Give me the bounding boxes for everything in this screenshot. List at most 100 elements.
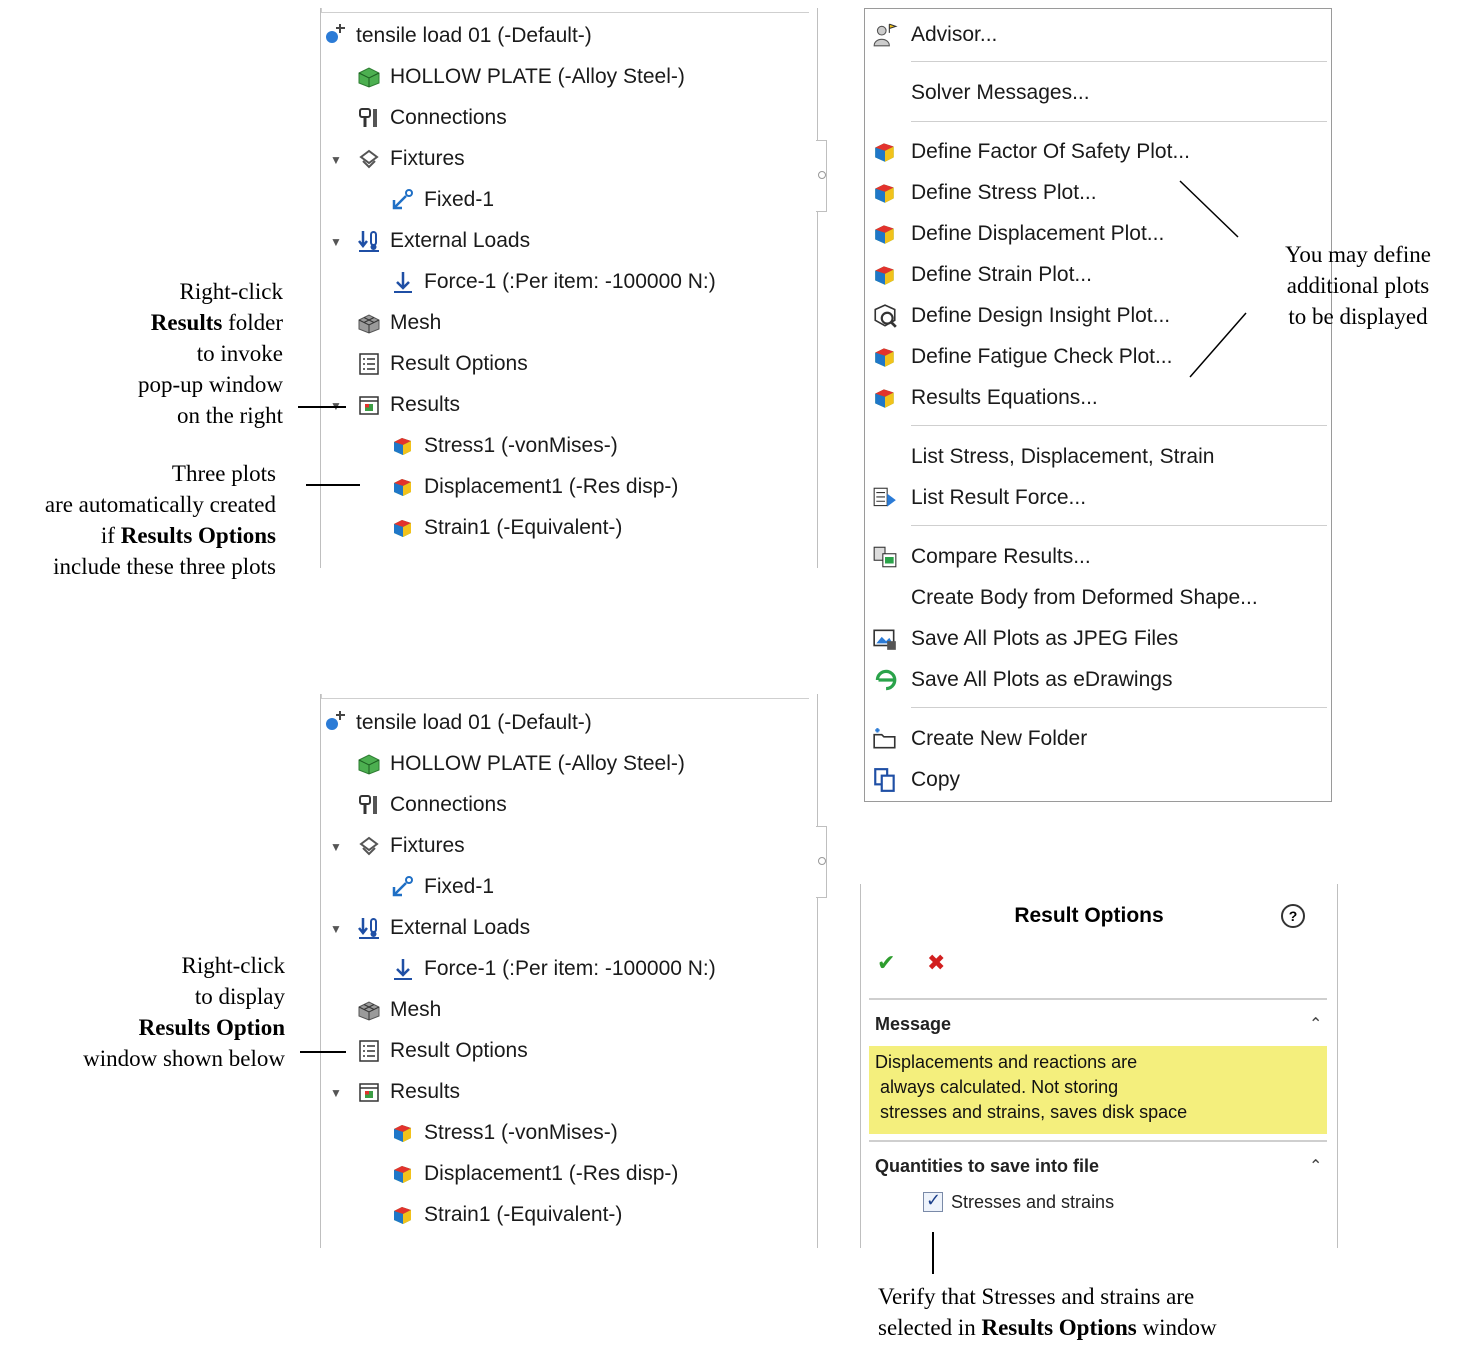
design-insight-plot-icon [871,302,899,330]
message-section-header[interactable]: Message [875,1014,951,1035]
menu-item-save-edrawings[interactable]: Save All Plots as eDrawings [865,663,1331,697]
result-options-icon [356,1038,382,1064]
tree-item-label: External Loads [390,916,531,939]
menu-item-list-stress[interactable]: List Stress, Displacement, Strain [865,440,1331,474]
tree-item-fixed[interactable]: Fixed-1 [390,871,494,903]
tree-item-fixed[interactable]: Fixed-1 [390,184,494,216]
tree-item-part[interactable]: HOLLOW PLATE (-Alloy Steel-) [356,61,685,93]
panel-title: Result Options [1014,904,1164,927]
save-jpeg-icon [871,625,899,653]
tree-item-part[interactable]: HOLLOW PLATE (-Alloy Steel-) [356,748,685,780]
tree-item-label: HOLLOW PLATE (-Alloy Steel-) [390,65,685,88]
panel-splitter[interactable] [816,826,827,898]
menu-item-list-result-force[interactable]: List Result Force... [865,481,1331,515]
tree-item-mesh[interactable]: Mesh [356,307,441,339]
ok-button[interactable]: ✔ [877,950,895,976]
tree-item-study[interactable]: tensile load 01 (-Default-) [322,20,592,52]
tree-item-displacement[interactable]: Displacement1 (-Res disp-) [390,1158,678,1190]
strain-plot-icon [390,1202,416,1228]
tree-item-label: HOLLOW PLATE (-Alloy Steel-) [390,752,685,775]
tree-item-external-loads[interactable]: External Loads [356,912,530,944]
menu-item-create-new-folder[interactable]: Create New Folder [865,722,1331,756]
tree-item-stress[interactable]: Stress1 (-vonMises-) [390,430,618,462]
connections-icon [356,792,382,818]
force-arrow-icon [390,956,416,982]
menu-item-stress-plot[interactable]: Define Stress Plot... [865,176,1331,210]
tree-item-force[interactable]: Force-1 (:Per item: -100000 N:) [390,953,716,985]
mesh-part-icon [356,64,382,90]
stress-plot-icon [390,433,416,459]
annotation-three-plots: Three plots are automatically created if… [44,461,276,579]
tree-item-fixtures[interactable]: Fixtures [356,143,465,175]
quantities-section-header[interactable]: Quantities to save into file [875,1156,1099,1177]
leader-line [300,1051,346,1053]
tree-item-label: Stress1 (-vonMises-) [424,434,618,457]
tree-item-label: Connections [390,106,507,129]
tree-item-label: Fixtures [390,834,465,857]
tree-item-displacement[interactable]: Displacement1 (-Res disp-) [390,471,678,503]
collapse-chevron-icon[interactable]: ⌃ [1309,1014,1322,1034]
leader-line [306,484,360,486]
tree-item-label: Fixed-1 [424,875,495,898]
menu-item-solver-messages[interactable]: Solver Messages... [865,76,1331,110]
tree-item-fixtures[interactable]: Fixtures [356,830,465,862]
annotation-right-click-results: Right-click Results folder to invoke pop… [137,279,283,428]
menu-item-advisor[interactable]: Advisor... [865,18,1331,52]
displacement-plot-icon [871,220,899,248]
tree-item-mesh[interactable]: Mesh [356,994,441,1026]
study-icon [322,710,348,736]
fatigue-check-plot-icon [871,343,899,371]
menu-item-fatigue-check-plot[interactable]: Define Fatigue Check Plot... [865,340,1331,374]
menu-item-save-jpeg[interactable]: Save All Plots as JPEG Files [865,622,1331,656]
fixed-geometry-icon [390,187,416,213]
panel-splitter[interactable] [816,140,827,212]
stress-plot-icon [871,179,899,207]
leader-line [298,406,346,408]
stress-plot-icon [390,1120,416,1146]
tree-item-label: Fixed-1 [424,188,495,211]
tree-item-connections[interactable]: Connections [356,102,507,134]
fixtures-icon [356,146,382,172]
mesh-icon [356,997,382,1023]
results-context-menu: Advisor... Solver Messages... Define Fac… [864,8,1332,802]
list-result-force-icon [871,484,899,512]
copy-icon [871,766,899,794]
tree-item-label: Results [390,1080,461,1103]
menu-item-copy[interactable]: Copy [865,763,1331,797]
tree-item-label: Result Options [390,352,528,375]
menu-item-factor-of-safety[interactable]: Define Factor Of Safety Plot... [865,135,1331,169]
tree-item-external-loads[interactable]: External Loads [356,225,530,257]
menu-item-results-equations[interactable]: Results Equations... [865,381,1331,415]
cancel-button[interactable]: ✖ [927,950,945,976]
tree-item-label: Force-1 (:Per item: -100000 N:) [424,957,716,980]
tree-item-connections[interactable]: Connections [356,789,507,821]
help-icon[interactable]: ? [1281,904,1305,928]
tree-item-strain[interactable]: Strain1 (-Equivalent-) [390,512,622,544]
stresses-strains-checkbox[interactable] [923,1190,943,1212]
tree-item-result-options[interactable]: Result Options [356,1035,528,1067]
fixed-geometry-icon [390,874,416,900]
connections-icon [356,105,382,131]
strain-plot-icon [871,261,899,289]
annotation-right-click-result-options: Right-click to display Results Option wi… [83,953,285,1071]
collapse-chevron-icon[interactable]: ⌃ [1309,1156,1322,1176]
result-options-panel: Result Options ? ✔ ✖ Message ⌃ Displacem… [860,884,1338,1248]
mesh-icon [356,310,382,336]
menu-item-create-body[interactable]: Create Body from Deformed Shape... [865,581,1331,615]
tree-item-label: Displacement1 (-Res disp-) [424,1162,679,1185]
tree-item-label: Stress1 (-vonMises-) [424,1121,618,1144]
tree-item-label: Fixtures [390,147,465,170]
tree-item-study[interactable]: tensile load 01 (-Default-) [322,707,592,739]
tree-item-results[interactable]: Results [356,389,460,421]
tree-item-label: Force-1 (:Per item: -100000 N:) [424,270,716,293]
tree-item-stress[interactable]: Stress1 (-vonMises-) [390,1117,618,1149]
tree-item-result-options[interactable]: Result Options [356,348,528,380]
force-arrow-icon [390,269,416,295]
edrawings-icon [871,666,899,694]
tree-item-strain[interactable]: Strain1 (-Equivalent-) [390,1199,622,1231]
menu-item-compare-results[interactable]: Compare Results... [865,540,1331,574]
tree-item-force[interactable]: Force-1 (:Per item: -100000 N:) [390,266,716,298]
tree-item-label: Connections [390,793,507,816]
tree-item-results[interactable]: Results [356,1076,460,1108]
new-folder-icon [871,725,899,753]
